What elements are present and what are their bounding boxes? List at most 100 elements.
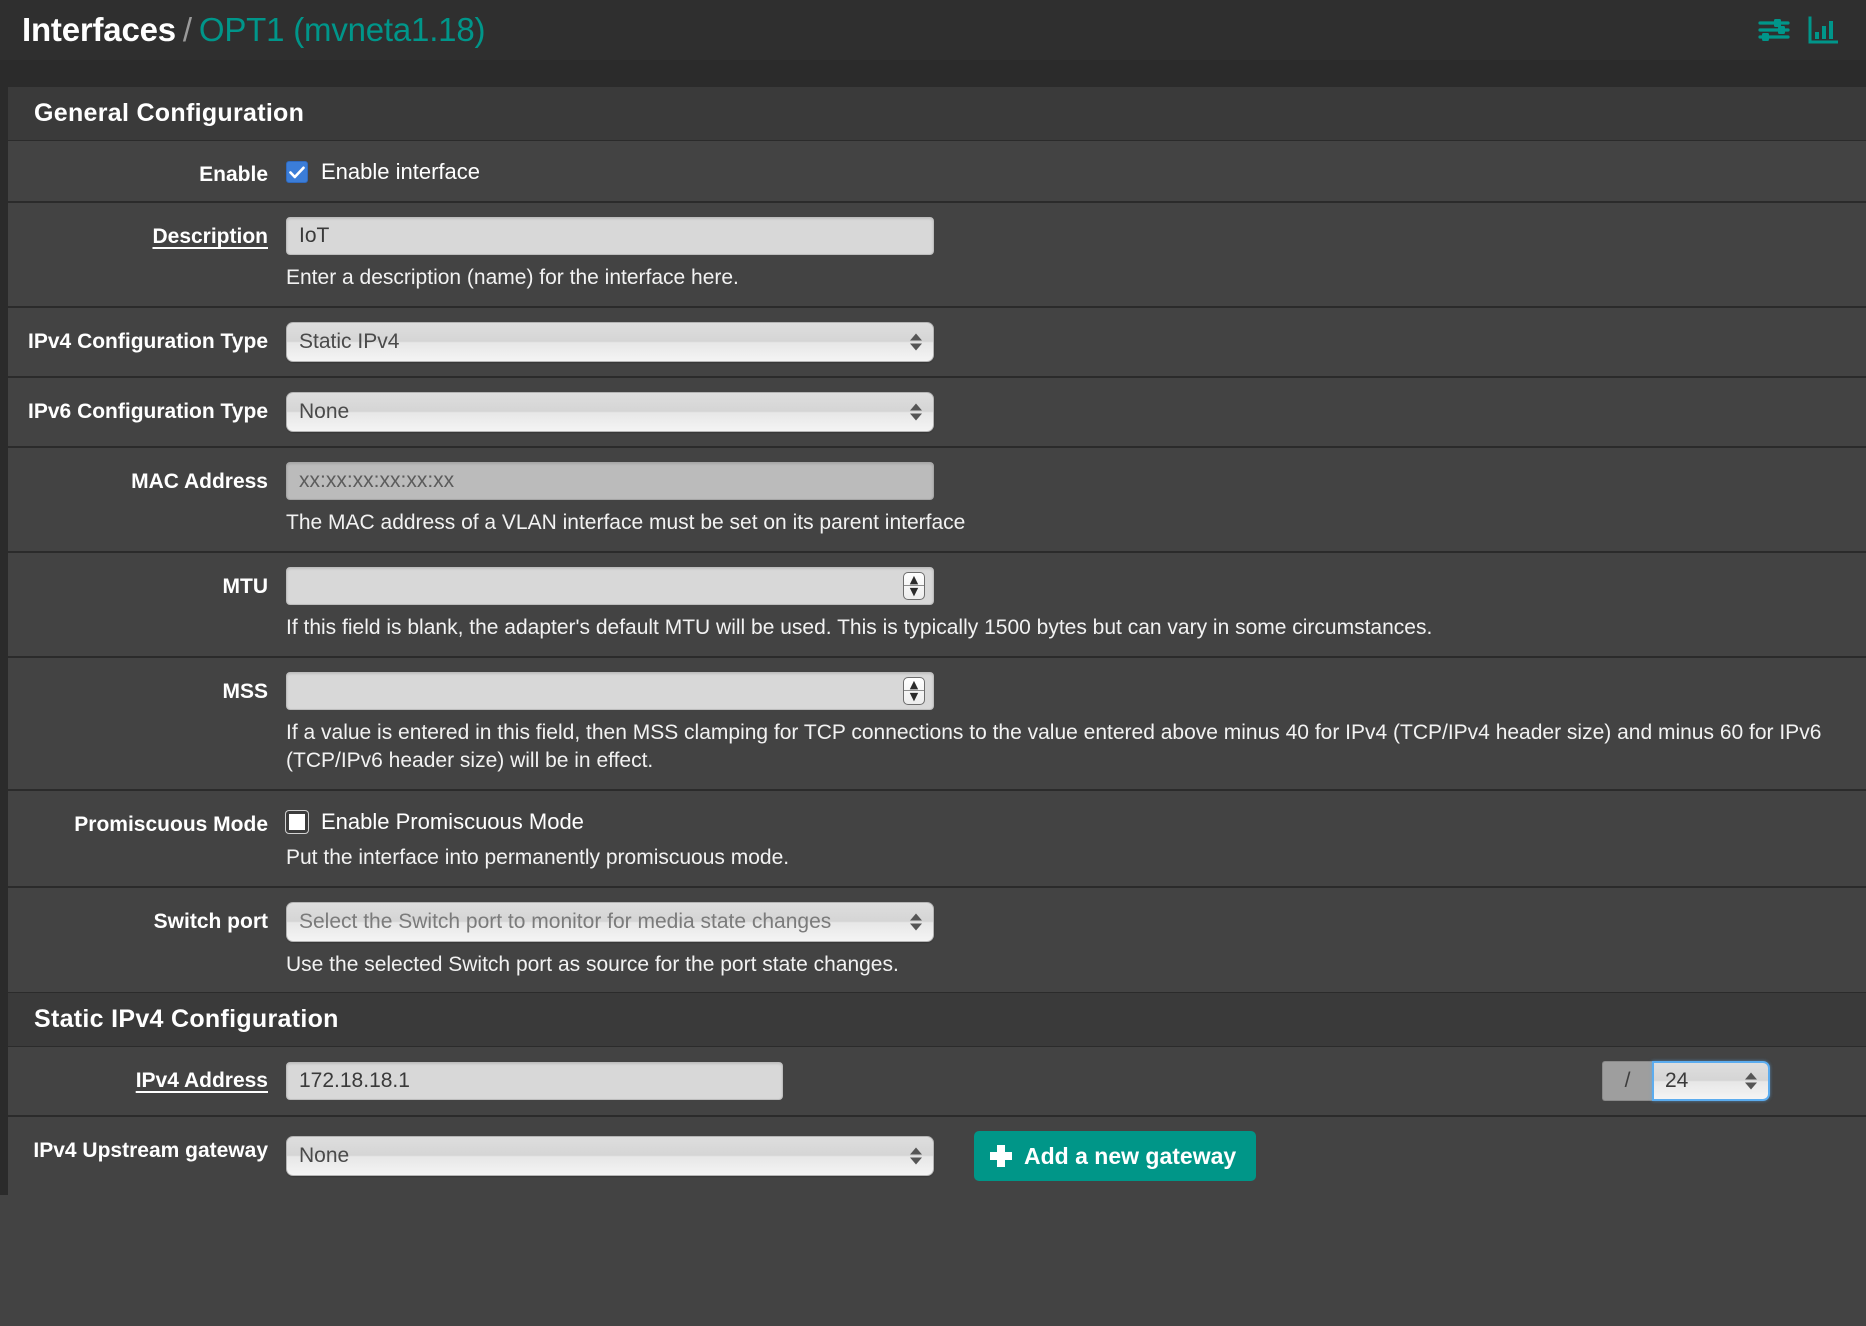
mac-address-input[interactable] [286,461,934,500]
sliders-icon[interactable] [1758,16,1790,44]
static-ipv4-title: Static IPv4 Configuration [34,1005,339,1034]
field-ipv4-upstream-gateway: None Add a new gateway [286,1131,1866,1182]
chevron-updown-icon [910,333,922,351]
label-mtu-col: MTU [8,567,286,599]
ipv4-cidr-select[interactable]: 24 [1652,1061,1770,1102]
mac-address-help: The MAC address of a VLAN interface must… [286,510,966,534]
header-divider [0,60,1866,86]
field-ipv4-address: / 24 [286,1061,1866,1102]
label-description-col: Description [8,217,286,249]
switch-port-select[interactable]: Select the Switch port to monitor for me… [286,901,934,942]
breadcrumb-separator: / [182,11,192,48]
label-ipv6-config-type: IPv6 Configuration Type [28,399,268,423]
add-new-gateway-label: Add a new gateway [1024,1142,1237,1169]
mtu-stepper[interactable]: ▲ ▼ [903,571,925,600]
row-mac-address: MAC Address The MAC address of a VLAN in… [8,448,1866,553]
row-description: Description Enter a description (name) f… [8,203,1866,308]
row-mss: MSS ▲ ▼ If a value is entered in this fi… [8,658,1866,791]
chevron-updown-icon [1745,1072,1757,1090]
promiscuous-checkline[interactable]: Enable Promiscuous Mode [286,805,1856,835]
ipv4-cidr-value: 24 [1665,1069,1689,1093]
row-switch-port: Switch port Select the Switch port to mo… [8,888,1866,993]
chevron-down-icon[interactable]: ▼ [910,691,918,702]
breadcrumb-current: OPT1 (mvneta1.18) [198,11,486,48]
ipv4-config-type-select[interactable]: Static IPv4 [286,321,934,362]
general-configuration-panel: General Configuration Enable Enable inte… [0,86,1866,993]
promiscuous-mode-checkbox[interactable] [286,810,308,833]
field-enable: Enable interface [286,155,1866,185]
chevron-up-icon[interactable]: ▲ [910,574,918,585]
ipv6-config-type-select[interactable]: None [286,391,934,432]
general-configuration-title: General Configuration [34,99,305,127]
field-mss: ▲ ▼ If a value is entered in this field,… [286,671,1866,775]
label-mac-address-col: MAC Address [8,462,286,494]
chevron-down-icon[interactable]: ▼ [910,586,918,597]
label-switch-port: Switch port [153,909,268,933]
ipv4-upstream-gateway-value: None [299,1144,350,1168]
label-ipv4-upstream-gateway: IPv4 Upstream gateway [33,1139,268,1163]
mtu-help: If this field is blank, the adapter's de… [286,615,1433,639]
label-description: Description [152,225,268,248]
breadcrumb-root[interactable]: Interfaces [22,11,176,48]
field-mac-address: The MAC address of a VLAN interface must… [286,461,1866,537]
row-promiscuous-mode: Promiscuous Mode Enable Promiscuous Mode… [8,791,1866,888]
general-configuration-heading: General Configuration [8,86,1866,141]
chevron-updown-icon [910,1147,922,1165]
label-enable: Enable [199,163,268,186]
description-help: Enter a description (name) for the inter… [286,266,739,289]
mss-stepper[interactable]: ▲ ▼ [903,676,925,705]
ipv6-config-type-value: None [299,399,350,423]
add-new-gateway-button[interactable]: Add a new gateway [974,1131,1257,1182]
label-ipv6-config-type-col: IPv6 Configuration Type [8,392,286,424]
row-ipv6-config-type: IPv6 Configuration Type None [8,378,1866,448]
row-ipv4-upstream-gateway: IPv4 Upstream gateway None Add a new gat… [8,1117,1866,1195]
label-promiscuous-mode: Promiscuous Mode [74,812,268,836]
slash-addon: / [1602,1061,1652,1102]
ipv4-cidr-group: / 24 [1602,1061,1770,1102]
static-ipv4-panel: Static IPv4 Configuration IPv4 Address /… [0,992,1866,1196]
gateway-controls: None Add a new gateway [286,1131,1856,1182]
ipv4-upstream-gateway-select[interactable]: None [286,1136,934,1177]
field-mtu: ▲ ▼ If this field is blank, the adapter'… [286,566,1866,642]
field-description: Enter a description (name) for the inter… [286,217,1866,292]
field-ipv4-config-type: Static IPv4 [286,321,1866,362]
description-input[interactable] [286,217,934,255]
chevron-updown-icon [910,913,922,931]
enable-interface-checkline[interactable]: Enable interface [286,155,1856,185]
promiscuous-mode-help: Put the interface into permanently promi… [286,845,790,869]
label-upstream-gateway-col: IPv4 Upstream gateway [8,1131,286,1163]
ipv4-address-group: / 24 [286,1061,1856,1102]
row-ipv4-address: IPv4 Address / 24 [8,1047,1866,1118]
plus-icon [990,1145,1012,1168]
breadcrumb: Interfaces / OPT1 (mvneta1.18) [22,11,485,49]
field-switch-port: Select the Switch port to monitor for me… [286,901,1866,979]
header-actions [1758,16,1844,44]
row-ipv4-config-type: IPv4 Configuration Type Static IPv4 [8,308,1866,378]
field-promiscuous-mode: Enable Promiscuous Mode Put the interfac… [286,805,1866,872]
ipv4-config-type-value: Static IPv4 [299,329,400,353]
label-ipv4-address: IPv4 Address [135,1069,268,1093]
field-ipv6-config-type: None [286,391,1866,432]
label-enable-col: Enable [8,155,286,187]
switch-port-help: Use the selected Switch port as source f… [286,952,899,976]
enable-interface-checkbox[interactable] [286,161,308,183]
mtu-input[interactable] [286,566,934,605]
row-enable: Enable Enable interface [8,141,1866,203]
bar-chart-icon[interactable] [1808,16,1838,44]
mss-input[interactable] [286,671,934,710]
label-ipv4-address-col: IPv4 Address [8,1061,286,1093]
label-promiscuous-col: Promiscuous Mode [8,805,286,837]
label-ipv4-config-type-col: IPv4 Configuration Type [8,322,286,354]
chevron-updown-icon [910,403,922,421]
chevron-up-icon[interactable]: ▲ [910,679,918,690]
label-switch-port-col: Switch port [8,902,286,934]
ipv4-address-input[interactable] [286,1062,783,1101]
promiscuous-mode-label: Enable Promiscuous Mode [321,808,584,834]
label-mtu: MTU [222,574,269,598]
static-ipv4-heading: Static IPv4 Configuration [8,992,1866,1048]
enable-interface-label: Enable interface [321,159,480,184]
mtu-input-wrapper: ▲ ▼ [286,566,934,605]
mss-help: If a value is entered in this field, the… [286,720,1822,772]
mss-input-wrapper: ▲ ▼ [286,671,934,710]
row-mtu: MTU ▲ ▼ If this field is blank, the adap… [8,553,1866,658]
